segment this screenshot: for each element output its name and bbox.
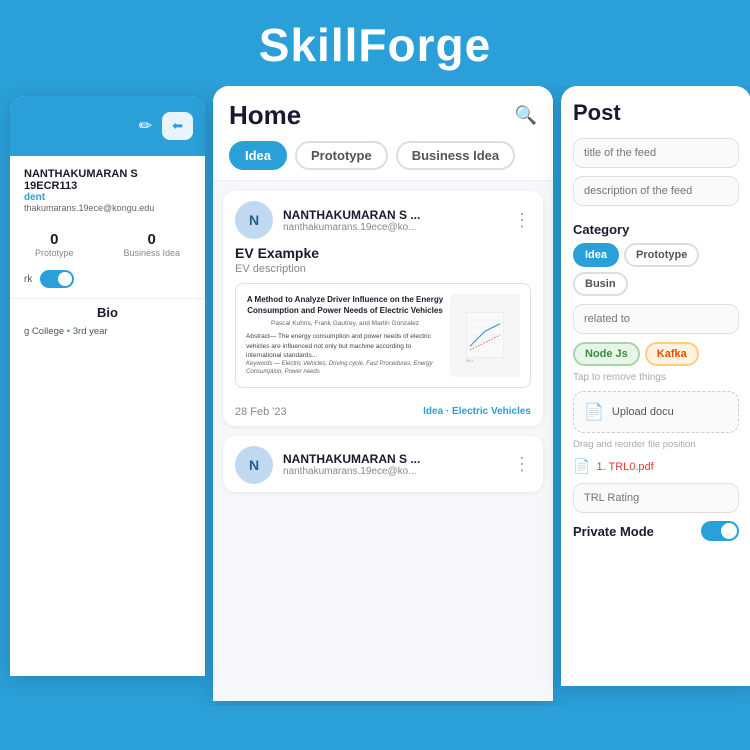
profile-stats: 0 Prototype 0 Business Idea — [10, 221, 205, 266]
paper-chart: Fig 1. — [450, 294, 520, 377]
ev-desc: EV description — [235, 263, 531, 275]
home-header: Home 🔍 Idea Prototype Business Idea — [213, 86, 553, 181]
stat-business-label: Business Idea — [123, 248, 180, 258]
card-2-handle: nanthakumarans.19ece@ko... — [283, 466, 503, 477]
stat-prototype: 0 Prototype — [35, 231, 74, 258]
panels-container: ✏ ⬅ NANTHAKUMARAN S 19ECR113 dent thakum… — [0, 86, 750, 706]
edit-icon[interactable]: ✏ — [139, 116, 152, 136]
filter-tab-prototype[interactable]: Prototype — [295, 141, 388, 170]
stat-prototype-label: Prototype — [35, 248, 74, 258]
category-tag-prototype[interactable]: Prototype — [624, 243, 699, 267]
paper-title: A Method to Analyze Driver Influence on … — [246, 294, 444, 316]
filter-tab-business-idea[interactable]: Business Idea — [396, 141, 515, 170]
profile-email: thakumarans.19ece@kongu.edu — [24, 203, 191, 213]
paper-image: A Method to Analyze Driver Influence on … — [235, 283, 531, 388]
post-title: Post — [573, 100, 739, 126]
feed-card-1: N NANTHAKUMARAN S ... nanthakumarans.19e… — [223, 191, 543, 426]
paper-abstract: Abstract— The energy consumption and pow… — [246, 332, 444, 359]
upload-label: Upload docu — [612, 406, 674, 418]
card-1-footer: 28 Feb '23 Idea · Electric Vehicles — [223, 400, 543, 426]
home-title-row: Home 🔍 — [229, 100, 537, 131]
paper-keywords: Keywords — Electric Vehicles, Driving cy… — [246, 360, 444, 377]
home-panel: Home 🔍 Idea Prototype Business Idea N NA… — [213, 86, 553, 701]
private-mode-toggle[interactable] — [701, 521, 739, 541]
svg-text:Fig 1.: Fig 1. — [466, 359, 474, 363]
card-2-user-info: NANTHAKUMARAN S ... nanthakumarans.19ece… — [283, 452, 503, 477]
stat-business-num: 0 — [123, 231, 180, 248]
app-title: SkillForge — [0, 18, 750, 72]
profile-info: NANTHAKUMARAN S 19ECR113 dent thakumaran… — [10, 156, 205, 221]
related-to-input[interactable] — [573, 304, 739, 334]
profile-name: NANTHAKUMARAN S 19ECR113 — [24, 168, 191, 192]
ev-title: EV Exampke — [235, 245, 531, 261]
profile-panel: ✏ ⬅ NANTHAKUMARAN S 19ECR113 dent thakum… — [10, 96, 205, 676]
private-mode-label: Private Mode — [573, 524, 654, 539]
card-1-options-icon[interactable]: ⋮ — [513, 210, 531, 231]
category-tag-business[interactable]: Busin — [573, 272, 628, 296]
card-1-username: NANTHAKUMARAN S ... — [283, 208, 503, 222]
profile-top-bar: ✏ ⬅ — [10, 96, 205, 156]
stat-prototype-num: 0 — [35, 231, 74, 248]
card-1-date: 28 Feb '23 — [235, 406, 287, 418]
feed-desc-input[interactable] — [573, 176, 739, 206]
file-icon: 📄 — [573, 458, 590, 475]
private-mode-row: Private Mode — [573, 521, 739, 541]
bio-title: Bio — [24, 305, 191, 320]
logout-button[interactable]: ⬅ — [162, 112, 193, 140]
remove-hint: Tap to remove things — [573, 372, 739, 383]
toggle-switch[interactable] — [40, 270, 74, 288]
kafka-tag[interactable]: Kafka — [645, 342, 699, 366]
card-1-content: EV Exampke EV description A Method to An… — [223, 245, 543, 400]
feed-title-input[interactable] — [573, 138, 739, 168]
paper-text: A Method to Analyze Driver Influence on … — [246, 294, 444, 377]
avatar-1: N — [235, 201, 273, 239]
app-header: SkillForge — [0, 0, 750, 86]
avatar-2: N — [235, 446, 273, 484]
post-panel: Post Category Idea Prototype Busin Node … — [561, 86, 750, 686]
bio-section: Bio g College • 3rd year — [10, 298, 205, 343]
file-name: 1. TRL0.pdf — [596, 461, 653, 473]
drag-hint: Drag and reorder file position — [573, 439, 739, 450]
feed-card-2: N NANTHAKUMARAN S ... nanthakumarans.19e… — [223, 436, 543, 492]
search-icon[interactable]: 🔍 — [515, 105, 537, 126]
card-2-options-icon[interactable]: ⋮ — [513, 454, 531, 475]
card-1-header: N NANTHAKUMARAN S ... nanthakumarans.19e… — [223, 191, 543, 245]
profile-role: dent — [24, 192, 191, 203]
card-1-handle: nanthakumarans.19ece@ko... — [283, 222, 503, 233]
card-1-user-info: NANTHAKUMARAN S ... nanthakumarans.19ece… — [283, 208, 503, 233]
trl-rating-input[interactable] — [573, 483, 739, 513]
feed: N NANTHAKUMARAN S ... nanthakumarans.19e… — [213, 181, 553, 701]
upload-icon: 📄 — [584, 402, 604, 422]
category-tags: Idea Prototype Busin — [573, 243, 739, 296]
filter-tabs: Idea Prototype Business Idea — [229, 141, 537, 170]
bio-college: g College • 3rd year — [24, 326, 191, 337]
card-2-username: NANTHAKUMARAN S ... — [283, 452, 503, 466]
card-2-header: N NANTHAKUMARAN S ... nanthakumarans.19e… — [223, 436, 543, 492]
toggle-row: rk — [10, 266, 205, 298]
upload-button[interactable]: 📄 Upload docu — [573, 391, 739, 433]
file-item: 📄 1. TRL0.pdf — [573, 458, 739, 475]
category-title: Category — [573, 222, 739, 237]
home-title: Home — [229, 100, 301, 131]
filter-tab-idea[interactable]: Idea — [229, 141, 287, 170]
node-js-tag[interactable]: Node Js — [573, 342, 640, 366]
card-1-tag: Idea · Electric Vehicles — [423, 406, 531, 417]
category-tag-idea[interactable]: Idea — [573, 243, 619, 267]
paper-authors: Pascal Kuhns, Frank Gautrey, and Martin … — [246, 319, 444, 328]
node-tags: Node Js Kafka — [573, 342, 739, 366]
toggle-label: rk — [24, 274, 32, 285]
stat-business-idea: 0 Business Idea — [123, 231, 180, 258]
